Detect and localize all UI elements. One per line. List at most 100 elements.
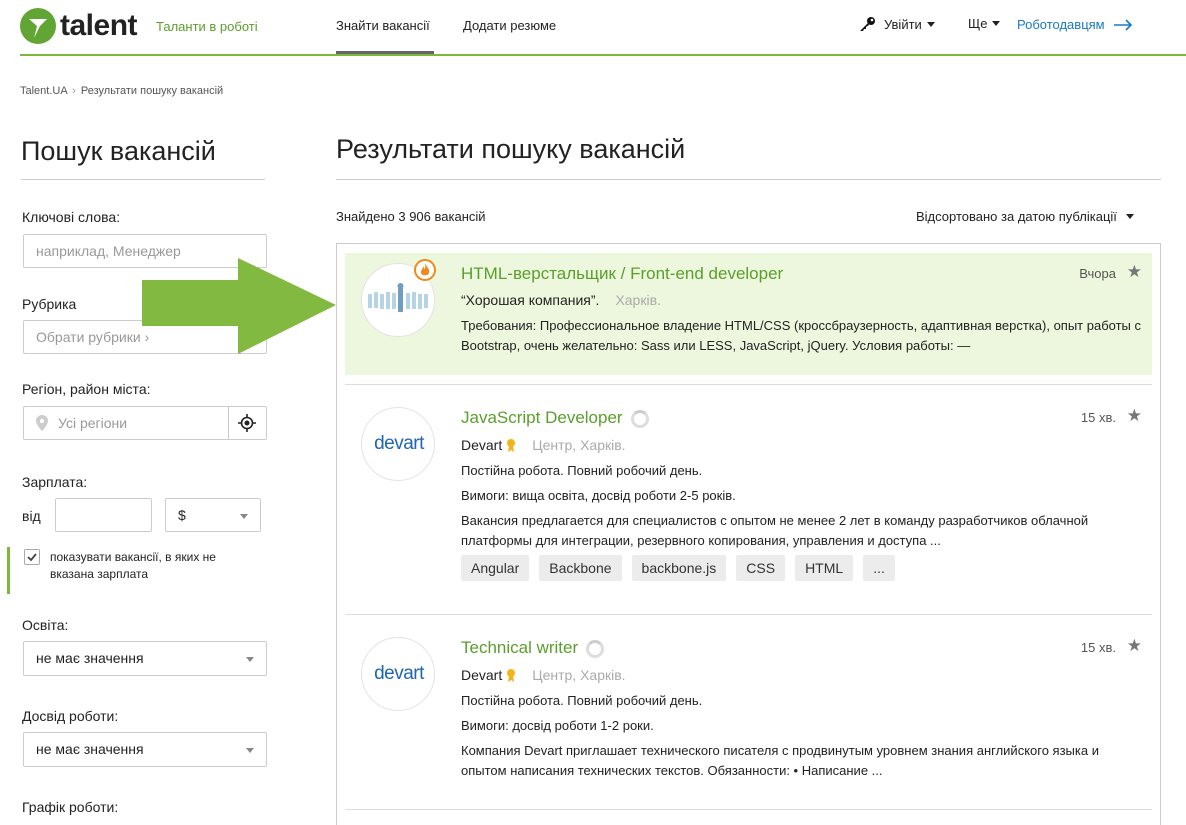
logo-icon	[20, 8, 56, 44]
salary-from-input[interactable]	[55, 498, 152, 532]
divider	[345, 614, 1152, 615]
chevron-down-icon	[246, 657, 254, 662]
experience-select[interactable]: не має значення	[23, 732, 267, 767]
arrow-right-icon	[1113, 18, 1132, 31]
schedule-label: Графік роботи:	[22, 799, 119, 815]
hot-badge	[414, 259, 436, 281]
divider	[336, 179, 1161, 180]
job-location: Харків.	[615, 292, 661, 308]
chevron-down-icon	[992, 21, 1001, 26]
company-name: “Хорошая компания”.	[461, 292, 600, 308]
divider	[345, 384, 1152, 385]
divider	[345, 809, 1152, 810]
skill-tags: Angular Backbone backbone.js CSS HTML ..…	[461, 555, 895, 581]
geolocate-button[interactable]	[228, 407, 266, 439]
currency-value: $	[178, 507, 186, 523]
company-name: Devart	[461, 437, 503, 453]
currency-select[interactable]: $	[165, 498, 261, 532]
company-line: “Хорошая компания”. Харків.	[461, 292, 661, 308]
more-tags[interactable]: ...	[863, 555, 895, 581]
skill-tag[interactable]: Angular	[461, 555, 530, 581]
job-title-text: Technical writer	[461, 638, 579, 657]
salary-label: Зарплата:	[22, 474, 88, 490]
company-logo: devart	[361, 407, 435, 481]
devart-logo-icon: devart	[374, 663, 424, 684]
annotation-arrow-icon	[142, 258, 336, 354]
favorite-star-icon[interactable]: ★	[1127, 636, 1142, 656]
medal-icon	[506, 668, 516, 682]
divider	[21, 179, 265, 180]
loading-icon	[586, 639, 605, 658]
region-input[interactable]: Усі регіони	[23, 406, 267, 440]
company-name: Devart	[461, 667, 503, 683]
breadcrumb-current: Результати пошуку вакансій	[80, 85, 224, 97]
salary-from-label: від	[22, 508, 41, 524]
chevron-down-icon	[926, 21, 935, 27]
skill-tag[interactable]: backbone.js	[631, 555, 727, 581]
nav-add-resume[interactable]: Додати резюме	[463, 18, 556, 33]
sort-dropdown[interactable]: Відсортовано за датою публікації	[916, 209, 1134, 224]
region-label: Регіон, район міста:	[22, 381, 151, 397]
location-pin-icon	[36, 415, 48, 431]
breadcrumb-home[interactable]: Talent.UA	[20, 85, 67, 97]
job-requirements: Вимоги: досвід роботи 1-2 роки.	[461, 718, 654, 733]
category-label: Рубрика	[22, 296, 77, 312]
education-value: не має значення	[36, 650, 144, 666]
no-salary-checkbox[interactable]	[24, 549, 40, 565]
login-button[interactable]: Увійти	[858, 16, 935, 32]
company-line: Devart Центр, Харків.	[461, 667, 626, 683]
loading-icon	[630, 409, 649, 428]
skill-tag[interactable]: HTML	[795, 555, 854, 581]
chevron-down-icon	[1125, 214, 1134, 219]
more-label: Ще	[968, 16, 988, 31]
favorite-star-icon[interactable]: ★	[1127, 262, 1142, 282]
job-card[interactable]: devart JavaScript Developer 15 хв. ★ Dev…	[345, 394, 1152, 604]
job-description: Компания Devart приглашает технического …	[461, 743, 1099, 778]
company-line: Devart Центр, Харків.	[461, 437, 626, 453]
job-title-link[interactable]: Technical writer	[461, 638, 605, 658]
job-title-text: JavaScript Developer	[461, 408, 623, 427]
skill-tag[interactable]: CSS	[736, 555, 786, 581]
header-divider	[20, 54, 1186, 56]
search-filters: Пошук вакансій Ключові слова: наприклад,…	[0, 110, 290, 825]
job-title-link[interactable]: HTML-верстальщик / Front-end developer	[461, 264, 783, 284]
region-placeholder: Усі регіони	[58, 415, 128, 431]
employers-link[interactable]: Роботодавцям	[1017, 17, 1133, 32]
job-title-link[interactable]: JavaScript Developer	[461, 408, 649, 428]
site-header: talent Таланти в роботі Знайти вакансії …	[0, 0, 1186, 56]
company-logo: devart	[361, 637, 435, 711]
chevron-down-icon	[240, 514, 248, 519]
chevron-down-icon	[246, 748, 254, 753]
checkmark-icon	[27, 553, 37, 562]
education-label: Освіта:	[22, 617, 69, 633]
employers-label: Роботодавцям	[1017, 17, 1105, 32]
experience-label: Досвід роботи:	[22, 708, 119, 724]
job-description: Требования: Профессиональное владение HT…	[461, 318, 1142, 353]
job-conditions: Постійна робота. Повний робочий день.	[461, 693, 703, 708]
breadcrumb-separator: ›	[72, 85, 76, 97]
logo[interactable]: talent	[20, 8, 138, 44]
login-label: Увійти	[884, 16, 922, 32]
job-card[interactable]: devart Technical writer 15 хв. ★ Devart Ц…	[345, 624, 1152, 804]
sort-label: Відсортовано за датою публікації	[916, 209, 1117, 224]
skill-tag[interactable]: Backbone	[539, 555, 622, 581]
tagline: Таланти в роботі	[156, 19, 258, 34]
results-count: Знайдено 3 906 вакансій	[336, 209, 486, 224]
job-date: Вчора	[1079, 266, 1116, 281]
page-title: Результати пошуку вакансій	[336, 134, 686, 164]
sidebar-title: Пошук вакансій	[21, 136, 216, 166]
job-card[interactable]: HTML-верстальщик / Front-end developer В…	[345, 253, 1152, 375]
devart-logo-icon: devart	[374, 433, 424, 454]
no-salary-label: показувати вакансії, в яких не вказана з…	[50, 550, 216, 581]
job-description: Вакансия предлагается для специалистов с…	[461, 513, 1089, 548]
more-menu[interactable]: Ще	[968, 16, 1001, 31]
nav-find-jobs[interactable]: Знайти вакансії	[336, 18, 430, 33]
education-select[interactable]: не має значення	[23, 641, 267, 676]
job-conditions: Постійна робота. Повний робочий день.	[461, 463, 703, 478]
favorite-star-icon[interactable]: ★	[1127, 406, 1142, 426]
medal-icon	[506, 438, 516, 452]
breadcrumb: Talent.UA › Результати пошуку вакансій	[20, 85, 223, 97]
job-location: Центр, Харків.	[532, 437, 626, 453]
job-date: 15 хв.	[1080, 640, 1116, 655]
job-date: 15 хв.	[1080, 410, 1116, 425]
